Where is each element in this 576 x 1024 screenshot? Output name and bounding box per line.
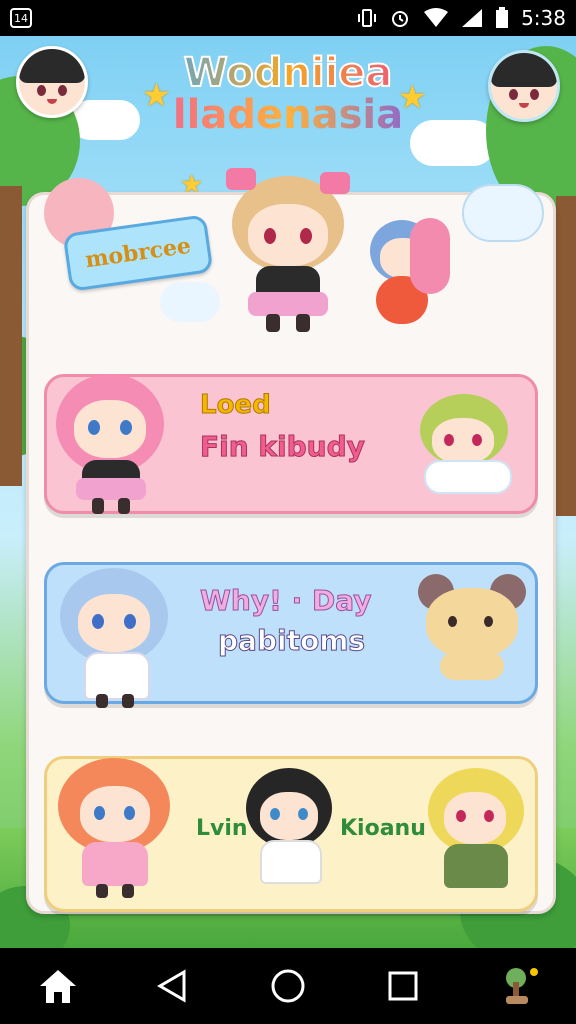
card-blue-subtitle: pabitoms (217, 624, 366, 658)
vibrate-icon (358, 9, 377, 27)
home-button[interactable] (30, 958, 86, 1014)
black-cat-character (246, 760, 332, 890)
card-yellow-left-label: Lvin (196, 816, 248, 841)
back-button[interactable] (145, 958, 201, 1014)
blue-hair-character (56, 562, 172, 712)
blonde-cat-character (426, 760, 526, 896)
title-line-2: lladenasia (150, 94, 426, 136)
card-yellow-right-label: Kioanu (340, 816, 426, 841)
app-shortcut-button[interactable] (490, 958, 546, 1014)
status-bar: 14 5:38 (0, 0, 576, 36)
signal-icon (462, 9, 483, 27)
alarm-icon (392, 11, 409, 27)
circle-home-icon (271, 969, 305, 1003)
hamster-character (418, 574, 526, 684)
friend-avatar[interactable] (488, 50, 560, 122)
app-title: Wodniiea lladenasia (150, 51, 426, 136)
back-icon (156, 969, 186, 1003)
card-blue-title: Why! · Day (200, 584, 372, 618)
title-line-1: Wodniiea (150, 51, 426, 95)
navigation-bar (0, 948, 576, 1024)
battery-icon (496, 7, 509, 28)
duck-icon (160, 282, 220, 322)
badge-label: mobrcee (83, 232, 193, 274)
card-pink-subtitle: Fin kibudy (200, 430, 366, 464)
green-hair-character (414, 394, 514, 494)
status-time: 5:38 (521, 6, 566, 30)
card-pink-title: Loed (200, 390, 272, 421)
app-shortcut-icon (506, 968, 539, 1004)
mini-character[interactable] (370, 218, 450, 330)
recents-icon (388, 971, 418, 1001)
home-icon (39, 970, 76, 1003)
speech-bubble-icon (462, 184, 544, 242)
orange-hair-character (58, 752, 172, 902)
circle-home-button[interactable] (260, 958, 316, 1014)
recents-button[interactable] (375, 958, 431, 1014)
mascot-character[interactable] (226, 168, 350, 336)
profile-avatar[interactable] (16, 46, 88, 118)
wifi-icon (424, 8, 449, 27)
pink-cat-character (56, 366, 166, 516)
app-notification-icon: 14 (10, 8, 32, 28)
